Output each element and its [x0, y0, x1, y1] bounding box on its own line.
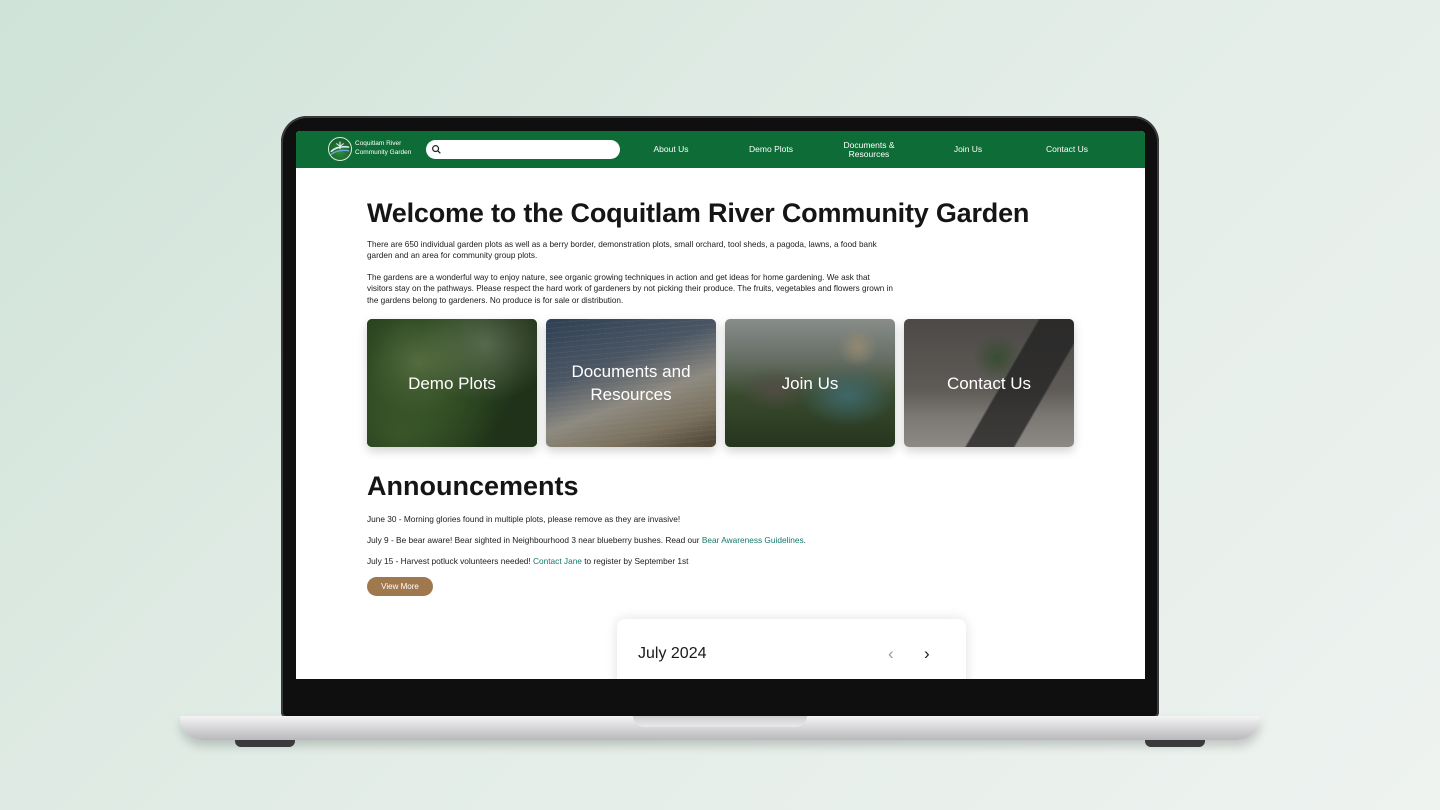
garden-logo-icon[interactable]: [328, 137, 352, 161]
card-contact-us[interactable]: Contact Us: [904, 319, 1074, 447]
card-documents-resources[interactable]: Documents and Resources: [546, 319, 716, 447]
intro-paragraph-1: There are 650 individual garden plots as…: [367, 240, 877, 261]
card-demo-plots[interactable]: Demo Plots: [367, 319, 537, 447]
announcement-item: July 15 - Harvest potluck volunteers nee…: [367, 556, 688, 566]
announcement-text: June 30 - Morning glories found in multi…: [367, 514, 681, 524]
browser-screen: Coquitlam River Community Garden About U…: [296, 131, 1145, 679]
nav-contact-us[interactable]: Contact Us: [1039, 131, 1095, 168]
announcement-text: July 15 - Harvest potluck volunteers nee…: [367, 556, 534, 566]
laptop-base-notch: [633, 716, 807, 727]
chevron-right-icon[interactable]: ›: [924, 645, 930, 662]
card-join-us[interactable]: Join Us: [725, 319, 895, 447]
page-title: Welcome to the Coquitlam River Community…: [367, 198, 1030, 228]
search-icon: [432, 145, 441, 154]
site-header: Coquitlam River Community Garden About U…: [296, 131, 1145, 168]
announcement-text-end: .: [803, 535, 806, 545]
card-label: Contact Us: [946, 373, 1032, 393]
intro-paragraph-2: The gardens are a wonderful way to enjoy…: [367, 273, 893, 305]
card-label: Documents and Resources: [571, 362, 691, 404]
announcement-item: June 30 - Morning glories found in multi…: [367, 514, 680, 524]
laptop-foot-left: [235, 740, 295, 747]
nav-about-us[interactable]: About Us: [646, 131, 696, 168]
calendar-widget: July 2024 ‹ ›: [617, 619, 966, 679]
announcement-text-end: to register by September 1st: [581, 556, 689, 566]
nav-demo-plots[interactable]: Demo Plots: [741, 131, 801, 168]
brand-line-1: Coquitlam River: [355, 140, 402, 147]
announcement-item: July 9 - Be bear aware! Bear sighted in …: [367, 535, 806, 545]
bear-awareness-link[interactable]: Bear Awareness Guidelines: [702, 535, 804, 545]
search-input[interactable]: [426, 140, 620, 159]
view-more-button[interactable]: View More: [367, 577, 433, 596]
card-label: Demo Plots: [408, 373, 496, 393]
chevron-left-icon[interactable]: ‹: [888, 645, 894, 662]
nav-documents-resources[interactable]: Documents & Resources: [836, 131, 902, 168]
announcement-text: July 9 - Be bear aware! Bear sighted in …: [367, 535, 702, 545]
nav-join-us[interactable]: Join Us: [948, 131, 988, 168]
card-label: Join Us: [781, 373, 839, 393]
announcements-title: Announcements: [367, 471, 579, 501]
calendar-month: July 2024: [638, 645, 707, 662]
brand-line-2: Community Garden: [355, 148, 412, 156]
site-brand[interactable]: Coquitlam River Community Garden: [355, 140, 411, 157]
laptop-foot-right: [1145, 740, 1205, 747]
contact-jane-link[interactable]: Contact Jane: [533, 556, 582, 566]
